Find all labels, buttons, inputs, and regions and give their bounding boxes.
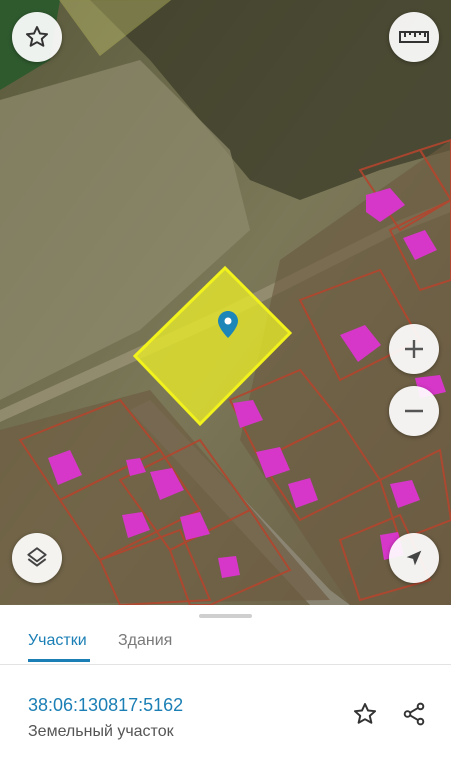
bottom-sheet: Участки Здания 38:06:130817:5162 Земельн… — [0, 605, 451, 768]
plus-icon — [402, 337, 426, 361]
star-outline-icon — [24, 24, 50, 50]
share-icon — [401, 701, 427, 732]
zoom-in-button[interactable] — [389, 324, 439, 374]
my-location-button[interactable] — [389, 533, 439, 583]
active-tab-indicator — [28, 659, 90, 662]
tab-buildings[interactable]: Здания — [118, 621, 172, 667]
navigation-arrow-icon — [403, 547, 425, 569]
share-button[interactable] — [399, 701, 429, 731]
ruler-icon — [399, 29, 429, 45]
cadastral-number[interactable]: 38:06:130817:5162 — [28, 695, 183, 716]
save-favorite-button[interactable] — [350, 701, 380, 731]
ruler-button[interactable] — [389, 12, 439, 62]
satellite-imagery — [0, 0, 451, 605]
layers-button[interactable] — [12, 533, 62, 583]
favorite-button[interactable] — [12, 12, 62, 62]
sheet-drag-handle[interactable] — [199, 614, 252, 618]
zoom-out-button[interactable] — [389, 386, 439, 436]
parcel-type: Земельный участок — [28, 723, 174, 740]
layers-icon — [24, 545, 50, 571]
star-outline-icon — [352, 701, 378, 732]
tab-divider — [0, 664, 451, 665]
minus-icon — [402, 399, 426, 423]
map-view[interactable] — [0, 0, 451, 605]
